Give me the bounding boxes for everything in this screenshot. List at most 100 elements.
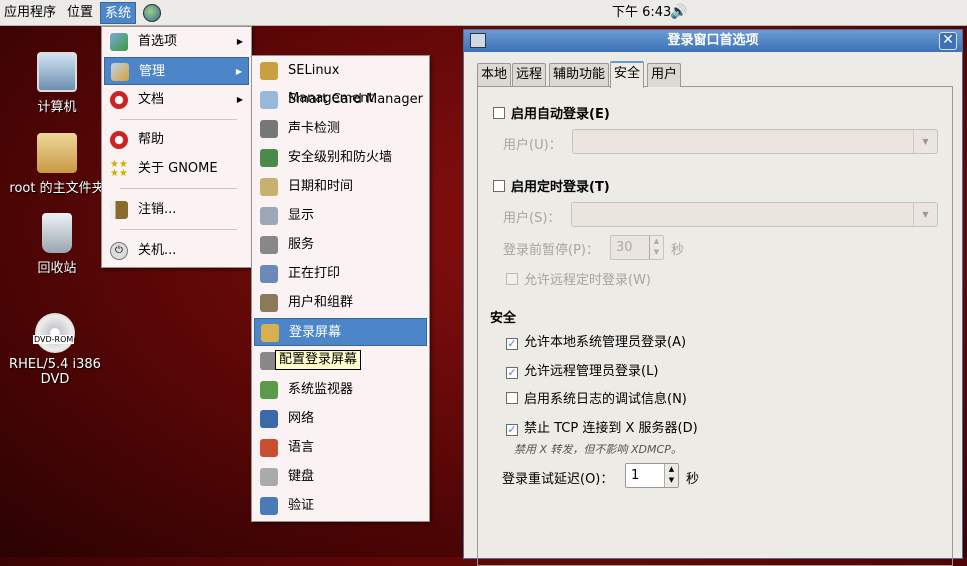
trash-icon xyxy=(42,213,72,253)
menu-applications[interactable]: 应用程序 xyxy=(0,2,60,24)
label: 关于 GNOME xyxy=(138,161,218,176)
admin-item[interactable]: 语言 xyxy=(254,434,427,462)
menu-system[interactable]: 系统 xyxy=(100,2,137,24)
menu-places[interactable]: 位置 xyxy=(63,2,97,24)
login-window-preferences-dialog: 登录窗口首选项 ✕ 本地 远程 辅助功能 启用自动登录(E) 用户(U)： ▼ … xyxy=(463,29,963,566)
tab-accessibility[interactable]: 辅助功能 xyxy=(549,63,610,87)
menu-item-about-gnome[interactable]: ★★ ★★ 关于 GNOME xyxy=(104,155,249,183)
dialog-title: 登录窗口首选项 xyxy=(667,33,759,48)
label: 键盘 xyxy=(288,469,315,484)
desktop-icon-computer[interactable]: 计算机 xyxy=(2,52,112,115)
spin-buttons[interactable]: ▲ ▼ xyxy=(649,236,663,259)
tab-local[interactable]: 本地 xyxy=(477,63,512,87)
computer-icon xyxy=(37,52,77,92)
system-menu: 首选项 ▶ 管理 ▶ 文档 ▶ 帮助 ★★ ★★ 关于 GNOME 注销... ⏻ 关机..… xyxy=(101,26,252,268)
submenu-arrow-icon: ▶ xyxy=(236,37,243,46)
label: 管理 xyxy=(139,64,166,79)
admin-item-icon xyxy=(260,497,278,515)
security-option-checkbox[interactable]: 启用系统日志的调试信息(N) xyxy=(506,388,687,407)
checkbox[interactable]: ✓ xyxy=(506,338,518,350)
admin-item[interactable]: 网络 xyxy=(254,405,427,433)
admin-item[interactable]: 验证 xyxy=(254,492,427,520)
label: 显示 xyxy=(288,208,315,223)
admin-item[interactable]: 服务 xyxy=(254,231,427,259)
admin-item-icon xyxy=(260,294,278,312)
tab-remote[interactable]: 远程 xyxy=(512,63,547,87)
admin-item[interactable]: 日期和时间 xyxy=(254,173,427,201)
checkbox[interactable] xyxy=(506,392,518,404)
menu-item-help[interactable]: 帮助 xyxy=(104,126,249,154)
label: 禁止 TCP 连接到 X 服务器(D) xyxy=(524,420,698,436)
admin-item-icon xyxy=(260,265,278,283)
checkbox[interactable] xyxy=(506,273,518,285)
label: 帮助 xyxy=(138,132,165,147)
security-option-checkbox[interactable]: ✓ 允许本地系统管理员登录(A) xyxy=(506,331,686,350)
dropdown-arrow-icon: ▼ xyxy=(913,130,937,153)
auto-login-user-label: 用户(U)： xyxy=(503,138,562,153)
menu-item-logout[interactable]: 注销... xyxy=(104,196,249,224)
lifebuoy-icon xyxy=(110,131,128,149)
admin-item[interactable]: 声卡检测 xyxy=(254,115,427,143)
security-option-checkbox[interactable]: ✓ 禁止 TCP 连接到 X 服务器(D) xyxy=(506,417,698,436)
menu-item-shutdown[interactable]: ⏻ 关机... xyxy=(104,237,249,265)
admin-item[interactable]: 安全级别和防火墙 xyxy=(254,144,427,172)
top-panel: 应用程序 位置 系统 下午 6:43 🔊 xyxy=(0,0,967,26)
label: 允许远程管理员登录(L) xyxy=(524,363,659,379)
checkbox[interactable]: ✓ xyxy=(506,366,518,379)
timed-login-checkbox[interactable]: 启用定时登录(T) xyxy=(493,176,610,195)
timed-login-user-combo[interactable]: ▼ xyxy=(571,202,938,227)
separator xyxy=(120,188,237,189)
home-folder-icon xyxy=(37,133,77,173)
label: 正在打印 xyxy=(288,266,341,281)
admin-item[interactable]: 正在打印 xyxy=(254,260,427,288)
menu-item-administration[interactable]: 管理 ▶ xyxy=(104,57,249,85)
pause-label: 登录前暂停(P)： xyxy=(503,243,599,258)
retry-delay-spinner[interactable]: 1 ▲ ▼ xyxy=(625,463,679,488)
admin-item[interactable]: Smart Card Manager xyxy=(254,86,427,114)
icon-label: 回收站 xyxy=(37,261,77,276)
label: 安全级别和防火墙 xyxy=(288,150,393,165)
clock[interactable]: 下午 6:43 xyxy=(608,2,675,24)
menu-item-documentation[interactable]: 文档 ▶ xyxy=(104,86,249,114)
tab-users[interactable]: 用户 xyxy=(647,63,682,87)
checkbox[interactable] xyxy=(493,107,505,119)
auto-login-user-combo[interactable]: ▼ xyxy=(572,129,938,154)
admin-item[interactable]: SELinux Management xyxy=(254,57,427,106)
remote-timed-login-checkbox[interactable]: 允许远程定时登录(W) xyxy=(506,269,651,288)
auto-login-checkbox[interactable]: 启用自动登录(E) xyxy=(493,103,610,122)
spin-buttons[interactable]: ▲ ▼ xyxy=(664,464,678,487)
admin-item[interactable]: 键盘 xyxy=(254,463,427,491)
desktop-icon-dvd[interactable]: DVD-ROM RHEL/5.4 i386 DVD xyxy=(0,313,110,387)
menu-item-preferences[interactable]: 首选项 ▶ xyxy=(104,28,249,56)
admin-item-icon xyxy=(260,149,278,167)
checkbox[interactable]: ✓ xyxy=(506,423,518,436)
label: 网络 xyxy=(288,411,315,426)
web-browser-icon[interactable] xyxy=(143,4,161,22)
desktop-icon-trash[interactable]: 回收站 xyxy=(2,213,112,276)
desktop-icon-home[interactable]: root 的主文件夹 xyxy=(2,133,112,196)
admin-item-icon xyxy=(260,236,278,254)
tab-panel: 启用自动登录(E) 用户(U)： ▼ 启用定时登录(T) 用户(S)： ▼ 登录… xyxy=(477,86,953,566)
retry-delay-label: 登录重试延迟(O)： xyxy=(502,472,614,487)
title-bar: 登录窗口首选项 ✕ xyxy=(464,30,962,52)
label: Smart Card Manager xyxy=(288,92,423,107)
logout-icon xyxy=(110,201,128,219)
label: 启用自动登录(E) xyxy=(511,107,610,122)
close-button[interactable]: ✕ xyxy=(939,32,957,50)
admin-item[interactable]: 用户和组群 xyxy=(254,289,427,317)
admin-item-icon xyxy=(260,62,278,80)
pause-spinner[interactable]: 30 ▲ ▼ xyxy=(610,235,664,260)
admin-item-icon xyxy=(260,381,278,399)
admin-item[interactable]: 显示 xyxy=(254,202,427,230)
security-option-checkbox[interactable]: ✓ 允许远程管理员登录(L) xyxy=(506,360,658,379)
admin-item-icon xyxy=(260,410,278,428)
label: 允许本地系统管理员登录(A) xyxy=(524,335,687,350)
label: 服务 xyxy=(288,237,315,252)
admin-item[interactable]: 系统监视器 xyxy=(254,376,427,404)
label: 声卡检测 xyxy=(288,121,341,136)
label: 语言 xyxy=(288,440,315,455)
tab-security[interactable]: 安全 xyxy=(610,61,645,88)
checkbox[interactable] xyxy=(493,180,505,192)
volume-icon[interactable]: 🔊 xyxy=(670,4,690,22)
admin-item[interactable]: 登录屏幕 xyxy=(254,318,427,346)
